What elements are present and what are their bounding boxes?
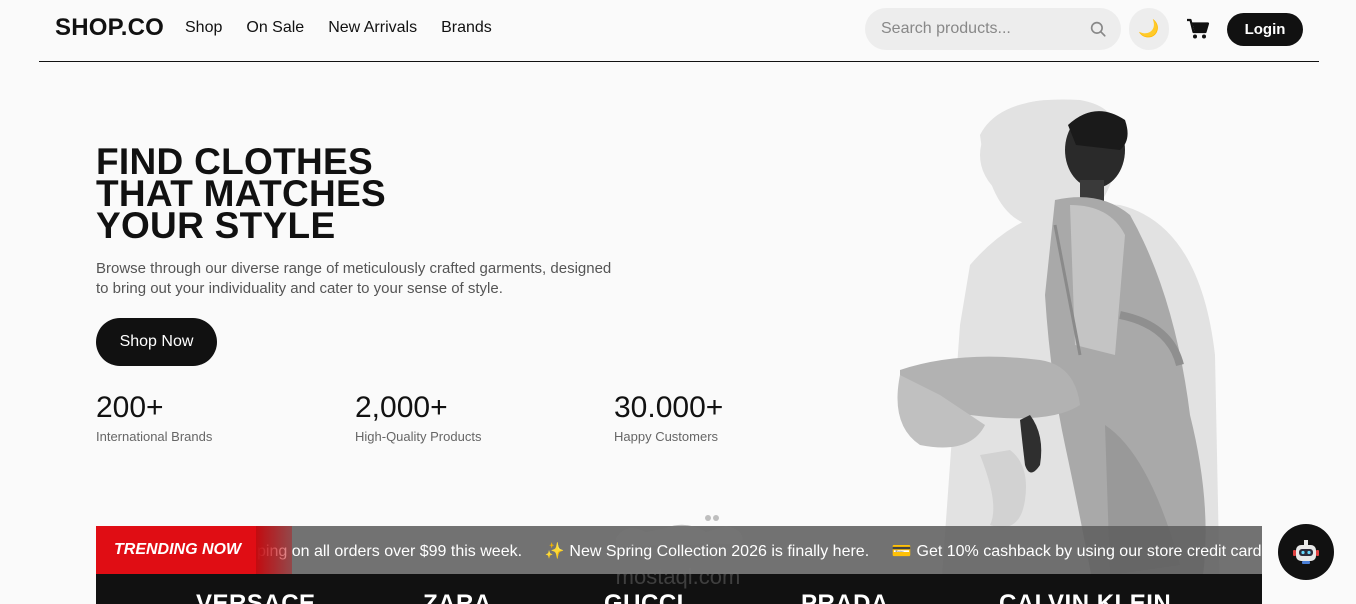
stat-label: Happy Customers — [614, 429, 719, 444]
stat-products: 2,000+ High-Quality Products — [355, 391, 481, 444]
stat-brands: 200+ International Brands — [96, 391, 212, 444]
hero-title: FIND CLOTHES THAT MATCHES YOUR STYLE — [96, 143, 386, 246]
search-input[interactable] — [881, 8, 1081, 50]
watermark-text: mostaql.com — [616, 564, 741, 589]
stat-value: 30.000+ — [614, 391, 724, 424]
stat-customers: 30.000+ Happy Customers — [614, 391, 723, 444]
logo[interactable]: SHOP.CO — [55, 14, 164, 42]
stat-value: 2,000+ — [355, 391, 448, 424]
nav-link-on-sale[interactable]: On Sale — [246, 19, 304, 37]
shop-now-button[interactable]: Shop Now — [96, 318, 217, 366]
nav-links: Shop On Sale New Arrivals Brands — [185, 19, 492, 37]
nav-link-brands[interactable]: Brands — [441, 19, 492, 37]
sparkles-icon: ✨ — [544, 543, 565, 560]
brand-logo-versace[interactable]: VERSACE — [196, 590, 316, 604]
navbar: SHOP.CO Shop On Sale New Arrivals Brands… — [39, 0, 1319, 62]
chatbot-button[interactable] — [1278, 524, 1334, 580]
moon-icon: 🌙 — [1138, 19, 1160, 38]
hero-title-line: YOUR STYLE — [96, 205, 336, 246]
search-icon[interactable] — [1089, 20, 1107, 38]
ticker-item: 💳 Get 10% cashback by using our store cre… — [891, 543, 1262, 560]
brand-logo-gucci[interactable]: GUCCI — [604, 590, 684, 604]
trending-label-fade — [256, 526, 292, 574]
stat-label: International Brands — [96, 429, 213, 444]
ticker-item: ping on all orders over $99 this week. — [257, 543, 523, 560]
stat-label: High-Quality Products — [355, 429, 482, 444]
robot-icon — [1293, 540, 1319, 564]
brand-logo-prada[interactable]: PRADA — [801, 590, 889, 604]
brand-logo-zara[interactable]: ZARA — [423, 590, 492, 604]
watermark-logo: mostaql.com — [616, 515, 743, 589]
login-button[interactable]: Login — [1227, 13, 1303, 46]
nav-link-new-arrivals[interactable]: New Arrivals — [328, 19, 417, 37]
stat-value: 200+ — [96, 391, 164, 424]
nav-link-shop[interactable]: Shop — [185, 19, 222, 37]
search-box — [865, 8, 1121, 50]
credit-card-icon: 💳 — [891, 543, 912, 560]
theme-toggle-button[interactable]: 🌙 — [1129, 8, 1169, 50]
brand-logo-calvin-klein[interactable]: CALVIN KLEIN — [999, 590, 1171, 604]
trending-label: TRENDING NOW — [96, 526, 256, 574]
cart-icon[interactable] — [1186, 18, 1210, 40]
hero-description: Browse through our diverse range of meti… — [96, 260, 612, 297]
